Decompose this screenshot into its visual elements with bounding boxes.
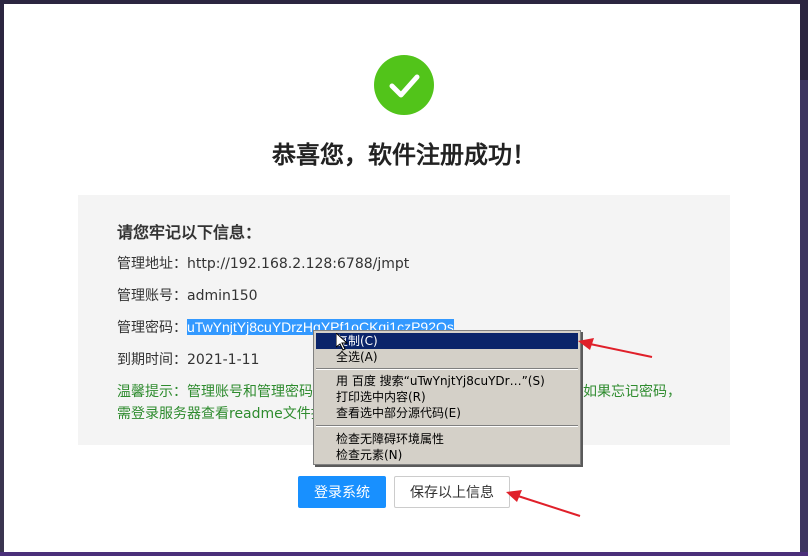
menu-item-inspect-element[interactable]: 检查元素(N) [316, 447, 578, 463]
password-label: 管理密码： [117, 320, 187, 336]
menu-item-search-baidu[interactable]: 用 百度 搜索“uTwYnjtYj8cuYDr…”(S) [316, 373, 578, 389]
page-title: 恭喜您，软件注册成功！ [272, 141, 536, 169]
tip-line-2: 需登录服务器查看readme文件找 [117, 406, 325, 422]
address-label: 管理地址： [117, 256, 187, 272]
success-check-icon [374, 55, 434, 115]
tip-line-1: 温馨提示：管理账号和管理密码 [117, 384, 313, 400]
menu-item-copy[interactable]: 复制(C) [316, 333, 578, 349]
background-panel-bottom [0, 552, 808, 556]
mouse-cursor-icon [336, 333, 348, 351]
menu-separator [316, 368, 578, 370]
menu-item-print-selection[interactable]: 打印选中内容(R) [316, 389, 578, 405]
menu-item-inspect-accessibility[interactable]: 检查无障碍环境属性 [316, 431, 578, 447]
address-value[interactable]: http://192.168.2.128:6788/jmpt [187, 256, 409, 272]
menu-item-view-source[interactable]: 查看选中部分源代码(E) [316, 405, 578, 421]
context-menu: 复制(C) 全选(A) 用 百度 搜索“uTwYnjtYj8cuYDr…”(S)… [313, 330, 581, 465]
expire-value: 2021-1-11 [187, 352, 260, 368]
account-label: 管理账号： [117, 288, 187, 304]
save-info-button[interactable]: 保存以上信息 [394, 476, 510, 508]
menu-separator [316, 425, 578, 427]
menu-item-select-all[interactable]: 全选(A) [316, 349, 578, 365]
info-heading: 请您牢记以下信息： [117, 223, 262, 242]
login-button[interactable]: 登录系统 [298, 476, 386, 508]
expire-label: 到期时间： [117, 352, 187, 368]
account-value[interactable]: admin150 [187, 288, 258, 304]
tip-line-1-end: 如果忘记密码， [583, 384, 681, 400]
address-row: 管理地址：http://192.168.2.128:6788/jmpt [117, 253, 409, 273]
expire-row: 到期时间：2021-1-11 [117, 349, 259, 369]
account-row: 管理账号：admin150 [117, 285, 258, 305]
